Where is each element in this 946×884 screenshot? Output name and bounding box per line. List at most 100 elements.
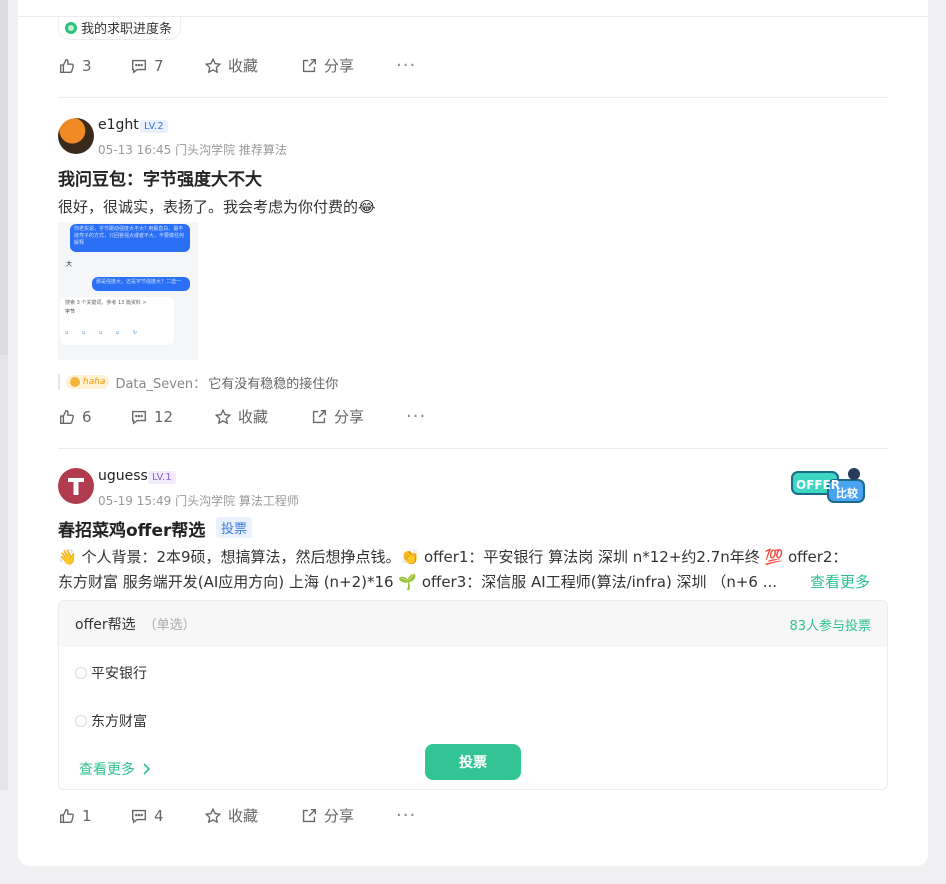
chevron-right-icon bbox=[143, 763, 151, 775]
collect-button[interactable]: 收藏 bbox=[204, 55, 300, 76]
like-button[interactable]: 6 bbox=[58, 408, 130, 426]
poll-question-text: offer帮选 bbox=[75, 617, 136, 633]
comment-icon bbox=[132, 410, 146, 425]
comment-button[interactable]: 4 bbox=[130, 807, 204, 825]
chat-bubble-user: 那是强度大，还是字节强度大？二选一 bbox=[92, 277, 190, 291]
chat-reply: 字节 bbox=[65, 309, 76, 315]
haha-label: haha bbox=[83, 377, 106, 387]
share-label: 分享 bbox=[324, 807, 355, 825]
collect-button[interactable]: 收藏 bbox=[204, 805, 300, 826]
post-divider bbox=[58, 448, 888, 449]
comment-icon bbox=[132, 809, 146, 824]
post2-username[interactable]: uguess bbox=[98, 468, 148, 484]
share-icon bbox=[302, 58, 316, 72]
chat-reply: 大 bbox=[66, 261, 73, 268]
poll-question: offer帮选 （单选） bbox=[75, 614, 196, 634]
share-label: 分享 bbox=[324, 57, 355, 75]
post1-body[interactable]: 很好，很诚实，表扬了。我会考虑为你付费的😂 bbox=[58, 196, 376, 217]
thumb-up-icon bbox=[60, 409, 74, 424]
share-icon bbox=[312, 409, 326, 423]
comment-count: 7 bbox=[154, 56, 164, 75]
star-icon bbox=[204, 807, 222, 823]
chat-bubble-user: 你老实说，字节跳动强度大不大? 用最直白、最不绕弯子的方式，只回答强大或者不大，… bbox=[70, 224, 190, 252]
collect-label: 收藏 bbox=[238, 408, 269, 426]
star-icon bbox=[214, 408, 232, 424]
hot-comment[interactable]: haha Data_Seven： 它有没有稳稳的接住你 bbox=[58, 372, 338, 392]
comment-button[interactable]: 7 bbox=[130, 57, 204, 75]
thumb-up-icon bbox=[60, 808, 74, 823]
share-icon bbox=[302, 808, 316, 822]
collect-label: 收藏 bbox=[228, 807, 259, 825]
comment-count: 4 bbox=[154, 806, 164, 825]
offer-compare-badge: OFFER 比较 bbox=[790, 466, 868, 506]
collect-label: 收藏 bbox=[228, 57, 259, 75]
chat-tool-icons: ▫ ▫ ▫ ▫ ↻ bbox=[65, 330, 144, 336]
radio-icon[interactable] bbox=[75, 667, 87, 679]
more-options-icon[interactable]: ··· bbox=[406, 406, 426, 427]
comment-button[interactable]: 12 bbox=[130, 408, 214, 426]
feed-card: 我的求职进度条 3 7 收藏 分享 ··· e1ght LV.2 05-13 1… bbox=[18, 0, 928, 866]
level-badge: LV.2 bbox=[140, 120, 168, 133]
post1-meta: 05-13 16:45 门头沟学院 推荐算法 bbox=[98, 143, 287, 157]
like-button[interactable]: 1 bbox=[58, 807, 130, 825]
comment-bar bbox=[58, 374, 60, 390]
thumb-up-icon bbox=[60, 58, 74, 73]
poll-option[interactable]: 平安银行 bbox=[75, 663, 147, 683]
poll-option-label: 平安银行 bbox=[91, 666, 147, 682]
poll-mode: （单选） bbox=[143, 618, 196, 633]
left-panel-edge-top bbox=[0, 0, 8, 355]
post2-title[interactable]: 春招菜鸡offer帮选 bbox=[58, 516, 205, 541]
post1-title[interactable]: 我问豆包：字节强度大不大 bbox=[58, 165, 262, 190]
star-icon bbox=[204, 57, 222, 73]
topic-tag-label: 我的求职进度条 bbox=[81, 22, 173, 37]
poll-option[interactable]: 东方财富 bbox=[75, 711, 147, 731]
level-badge: LV.1 bbox=[148, 471, 176, 484]
offer-compare-logo-icon: OFFER 比较 bbox=[791, 468, 865, 503]
poll-option-label: 东方财富 bbox=[91, 714, 147, 730]
vote-button[interactable]: 投票 bbox=[425, 744, 521, 780]
comment-icon bbox=[132, 59, 146, 74]
vote-tag: 投票 bbox=[216, 517, 253, 538]
share-button[interactable]: 分享 bbox=[300, 55, 396, 76]
radio-icon[interactable] bbox=[75, 715, 87, 727]
post-divider bbox=[58, 97, 888, 98]
post1-username[interactable]: e1ght bbox=[98, 117, 139, 133]
avatar[interactable] bbox=[58, 118, 94, 154]
collect-button[interactable]: 收藏 bbox=[214, 406, 310, 427]
avatar[interactable] bbox=[58, 468, 94, 504]
haha-badge: haha bbox=[66, 375, 110, 389]
more-options-icon[interactable]: ··· bbox=[396, 55, 416, 76]
post2-action-bar: 1 4 收藏 分享 ··· bbox=[58, 805, 416, 826]
share-button[interactable]: 分享 bbox=[310, 406, 406, 427]
like-count: 1 bbox=[82, 806, 92, 825]
topic-tag[interactable]: 我的求职进度条 bbox=[58, 16, 182, 40]
poll-see-more[interactable]: 查看更多 bbox=[79, 759, 153, 779]
post1-image[interactable]: 你老实说，字节跳动强度大不大? 用最直白、最不绕弯子的方式，只回答强大或者不大，… bbox=[58, 222, 198, 360]
post2-body-line2[interactable]: 东方财富 服务端开发(AI应用方向) 上海 (n+2)*16 🌱 offer3：… bbox=[58, 571, 777, 592]
poll-header: offer帮选 （单选） 83人参与投票 bbox=[59, 601, 887, 647]
search-note: 搜索 3 个关键词，参考 13 篇资料 > bbox=[65, 300, 147, 306]
svg-text:OFFER: OFFER bbox=[796, 478, 840, 492]
poll-card: offer帮选 （单选） 83人参与投票 平安银行 东方财富 查看更多 投票 bbox=[58, 600, 888, 790]
poll-participants: 83人参与投票 bbox=[789, 618, 871, 634]
see-more-link[interactable]: 查看更多 bbox=[810, 571, 870, 592]
post0-action-bar: 3 7 收藏 分享 ··· bbox=[58, 55, 416, 76]
emoji-icon bbox=[70, 377, 80, 387]
svg-text:比较: 比较 bbox=[836, 486, 858, 500]
share-button[interactable]: 分享 bbox=[300, 805, 396, 826]
post2-body[interactable]: 👋 个人背景：2本9硕，想搞算法，然后想挣点钱。👏 offer1：平安银行 算法… bbox=[58, 546, 847, 567]
post2-meta: 05-19 15:49 门头沟学院 算法工程师 bbox=[98, 494, 299, 508]
more-options-icon[interactable]: ··· bbox=[396, 805, 416, 826]
chat-reply-card: 搜索 3 个关键词，参考 13 篇资料 > 字节 ▫ ▫ ▫ ▫ ↻ bbox=[60, 297, 174, 345]
like-count: 3 bbox=[82, 56, 92, 75]
comment-count: 12 bbox=[154, 407, 174, 426]
avatar-letter-icon bbox=[68, 478, 84, 495]
poll-see-more-label: 查看更多 bbox=[79, 762, 135, 778]
share-label: 分享 bbox=[334, 408, 365, 426]
comment-user: Data_Seven： bbox=[115, 376, 207, 392]
topic-tag-icon bbox=[65, 21, 77, 34]
comment-text: 它有没有稳稳的接住你 bbox=[208, 376, 339, 392]
like-count: 6 bbox=[82, 407, 92, 426]
like-button[interactable]: 3 bbox=[58, 57, 130, 75]
post1-action-bar: 6 12 收藏 分享 ··· bbox=[58, 406, 426, 427]
